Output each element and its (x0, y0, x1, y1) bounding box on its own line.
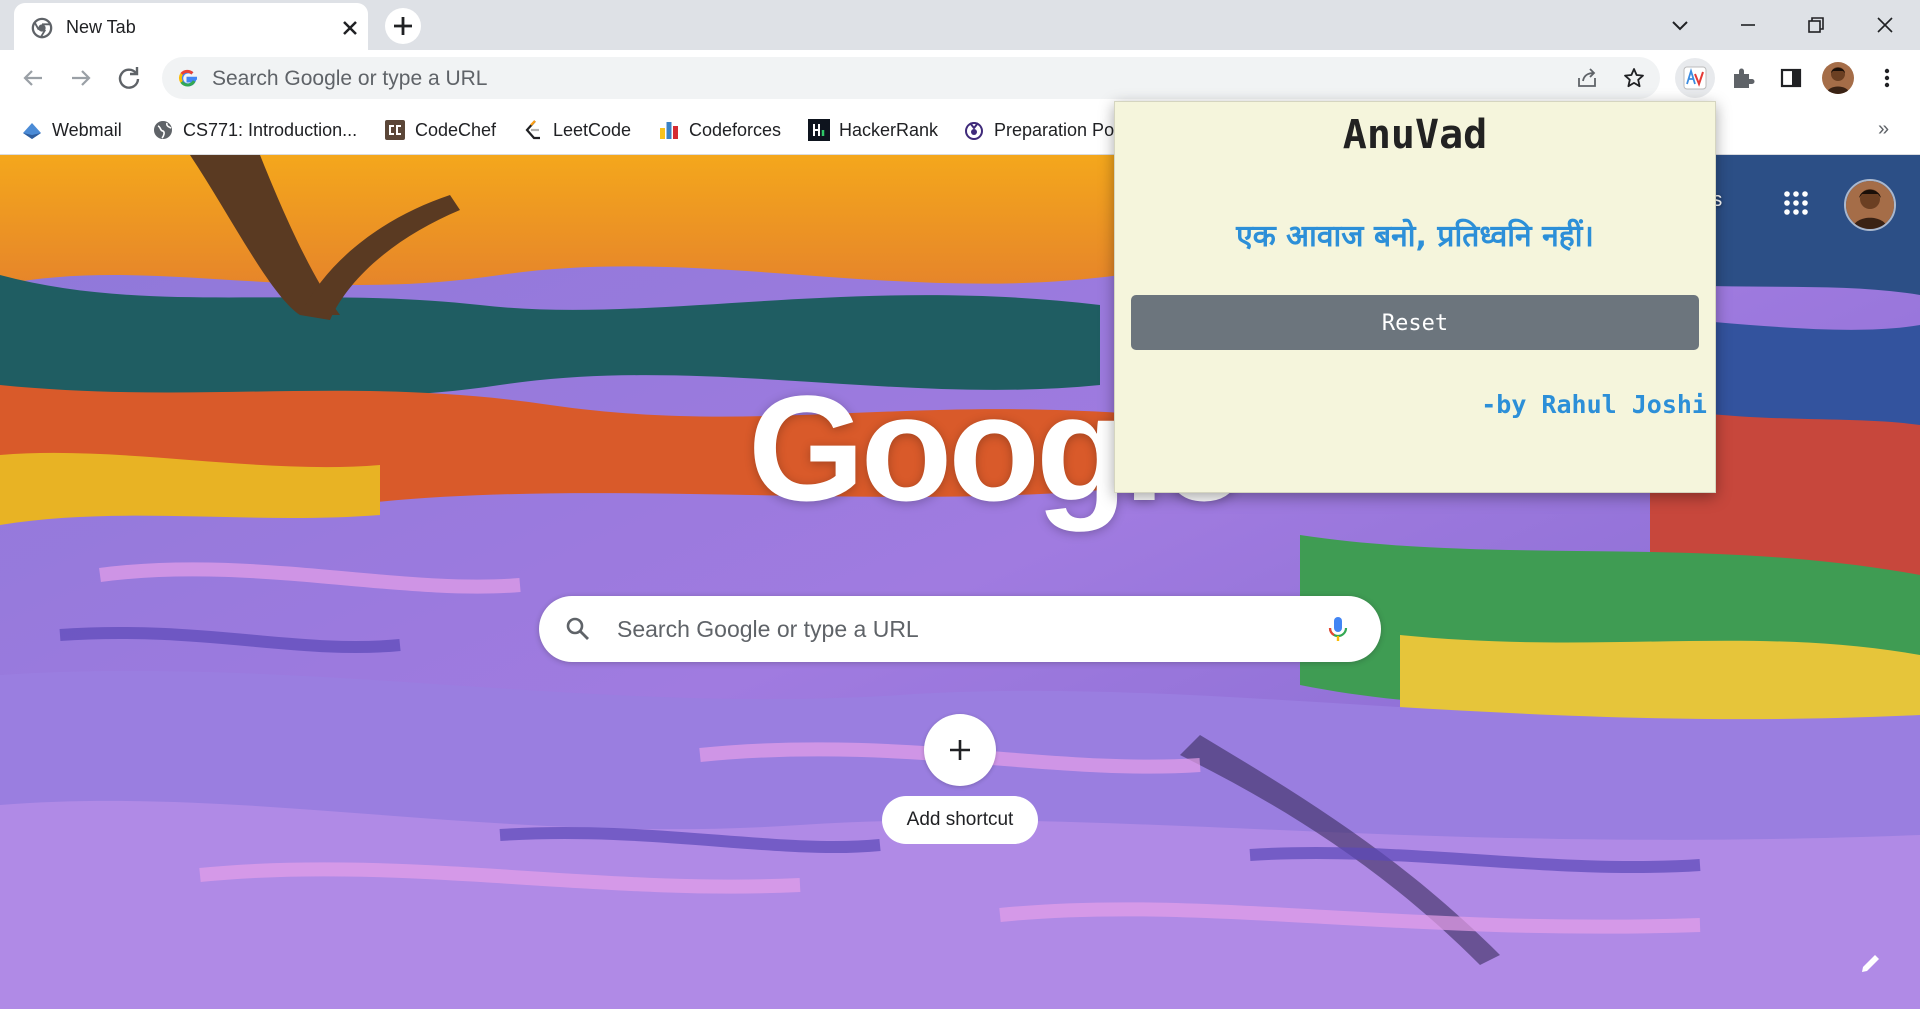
microphone-icon[interactable] (1322, 613, 1354, 645)
back-icon[interactable] (18, 63, 48, 93)
bookmark-leetcode[interactable]: LeetCode (522, 116, 631, 144)
codeforces-icon (660, 122, 678, 139)
translated-text: एक आवाज बनो, प्रतिध्वनि नहीं। (1236, 219, 1594, 254)
restore-icon[interactable] (1801, 10, 1831, 40)
more-bookmarks-chevron-icon[interactable]: » (1878, 118, 1889, 141)
bookmark-label: CS771: Introduction... (183, 119, 358, 140)
anuvad-popup: AnuVad एक आवाज बनो, प्रतिध्वनि नहीं। Res… (1114, 101, 1716, 493)
bookmark-label: LeetCode (553, 119, 632, 140)
forward-icon[interactable] (66, 63, 96, 93)
anuvad-icon (1683, 66, 1707, 90)
bookmark-label: Webmail (52, 119, 122, 140)
leetcode-icon (525, 120, 540, 140)
anuvad-extension-button[interactable] (1675, 58, 1715, 98)
close-window-icon[interactable] (1870, 10, 1900, 40)
customize-pencil-icon[interactable] (1856, 948, 1886, 978)
chrome-icon (31, 17, 53, 39)
extensions-puzzle-icon[interactable] (1728, 63, 1758, 93)
google-g-icon (178, 69, 197, 87)
toolbar: Search Google or type a URL (0, 50, 1920, 106)
globe-icon (154, 121, 172, 139)
tab-search-icon[interactable] (1665, 10, 1695, 40)
tab-new-tab[interactable]: New Tab (14, 3, 368, 50)
bookmark-label: CodeChef (415, 119, 497, 140)
hackerrank-icon (808, 119, 830, 141)
bookmark-preparation[interactable]: Preparation Po (963, 116, 1114, 144)
share-icon[interactable] (1575, 66, 1599, 90)
codechef-icon (385, 120, 405, 140)
bookmark-label: Preparation Po (994, 119, 1115, 140)
new-tab-button[interactable] (385, 8, 421, 44)
reset-button[interactable]: Reset (1131, 295, 1699, 350)
bookmark-codechef[interactable]: CodeChef (384, 116, 496, 144)
google-account-avatar[interactable] (1844, 179, 1896, 231)
webmail-icon (23, 123, 41, 139)
plus-icon (950, 740, 970, 760)
omnibox[interactable]: Search Google or type a URL (162, 57, 1660, 99)
tab-title: New Tab (66, 17, 136, 37)
search-icon (566, 617, 589, 640)
add-shortcut-label[interactable]: Add shortcut (882, 796, 1038, 844)
plus-icon (394, 17, 412, 35)
ntp-search-placeholder: Search Google or type a URL (617, 616, 919, 642)
profile-avatar-icon[interactable] (1822, 62, 1854, 94)
bookmark-cs771[interactable]: CS771: Introduction... (152, 116, 357, 144)
ntp-search-box[interactable]: Search Google or type a URL (539, 596, 1381, 662)
side-panel-icon[interactable] (1776, 63, 1806, 93)
reload-icon[interactable] (114, 63, 144, 93)
close-tab-icon[interactable] (338, 16, 362, 40)
tab-strip: New Tab (0, 0, 1920, 50)
bookmark-webmail[interactable]: Webmail (21, 116, 122, 144)
bookmark-label: HackerRank (839, 119, 939, 140)
google-apps-icon[interactable] (1781, 188, 1811, 218)
menu-kebab-icon[interactable] (1872, 63, 1902, 93)
star-icon[interactable] (1622, 66, 1646, 90)
preparation-icon (965, 122, 983, 140)
add-shortcut-button[interactable] (924, 714, 996, 786)
popup-title: AnuVad (1342, 112, 1488, 158)
bookmark-codeforces[interactable]: Codeforces (658, 116, 781, 144)
bookmark-label: Codeforces (689, 119, 782, 140)
omnibox-placeholder: Search Google or type a URL (212, 67, 488, 90)
bookmark-hackerrank[interactable]: HackerRank (808, 116, 938, 144)
author-credit: -by Rahul Joshi (1481, 390, 1707, 419)
minimize-icon[interactable] (1733, 10, 1763, 40)
